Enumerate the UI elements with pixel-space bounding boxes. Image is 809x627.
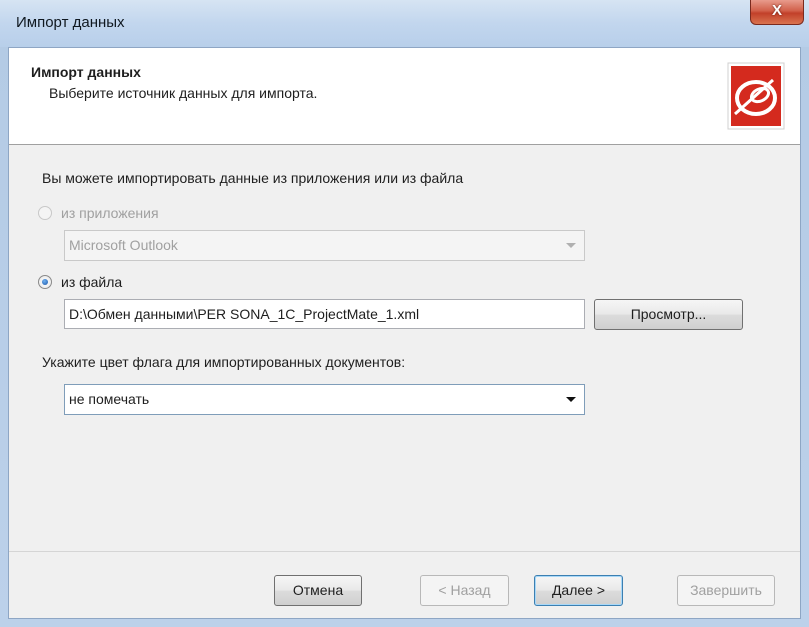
- import-dialog-window: Импорт данных X Импорт данных Выберите и…: [0, 0, 809, 627]
- radio-label: из приложения: [61, 205, 159, 221]
- close-icon: X: [771, 2, 782, 19]
- chevron-down-icon: [566, 243, 576, 248]
- file-path-value: D:\Обмен данными\PER SONA_1C_ProjectMate…: [69, 306, 420, 322]
- flag-color-select[interactable]: не помечать: [64, 384, 585, 415]
- back-button[interactable]: < Назад: [420, 575, 509, 606]
- radio-from-file[interactable]: из файла: [38, 272, 122, 292]
- application-select-value: Microsoft Outlook: [69, 237, 178, 253]
- close-button[interactable]: X: [750, 0, 804, 25]
- window-title: Импорт данных: [16, 14, 125, 31]
- footer-divider: [9, 551, 800, 552]
- title-bar[interactable]: Импорт данных X: [0, 0, 809, 47]
- app-logo-icon: [727, 62, 785, 130]
- finish-button[interactable]: Завершить: [677, 575, 775, 606]
- file-path-input[interactable]: D:\Обмен данными\PER SONA_1C_ProjectMate…: [64, 299, 585, 329]
- dialog-client-area: Импорт данных Выберите источник данных д…: [8, 47, 801, 619]
- radio-from-application[interactable]: из приложения: [38, 203, 159, 223]
- application-select[interactable]: Microsoft Outlook: [64, 230, 585, 261]
- browse-button[interactable]: Просмотр...: [594, 299, 743, 330]
- wizard-header: Импорт данных Выберите источник данных д…: [9, 48, 800, 145]
- radio-button[interactable]: [38, 206, 52, 220]
- cancel-button[interactable]: Отмена: [274, 575, 362, 606]
- import-hint-text: Вы можете импортировать данные из прилож…: [42, 170, 464, 186]
- flag-color-label: Укажите цвет флага для импортированных д…: [42, 354, 406, 370]
- radio-button[interactable]: [38, 275, 52, 289]
- flag-color-select-value: не помечать: [69, 391, 150, 407]
- chevron-down-icon: [566, 397, 576, 402]
- next-button[interactable]: Далее >: [534, 575, 623, 606]
- radio-label: из файла: [61, 274, 123, 290]
- page-title: Импорт данных: [31, 64, 141, 80]
- page-subtitle: Выберите источник данных для импорта.: [49, 85, 318, 101]
